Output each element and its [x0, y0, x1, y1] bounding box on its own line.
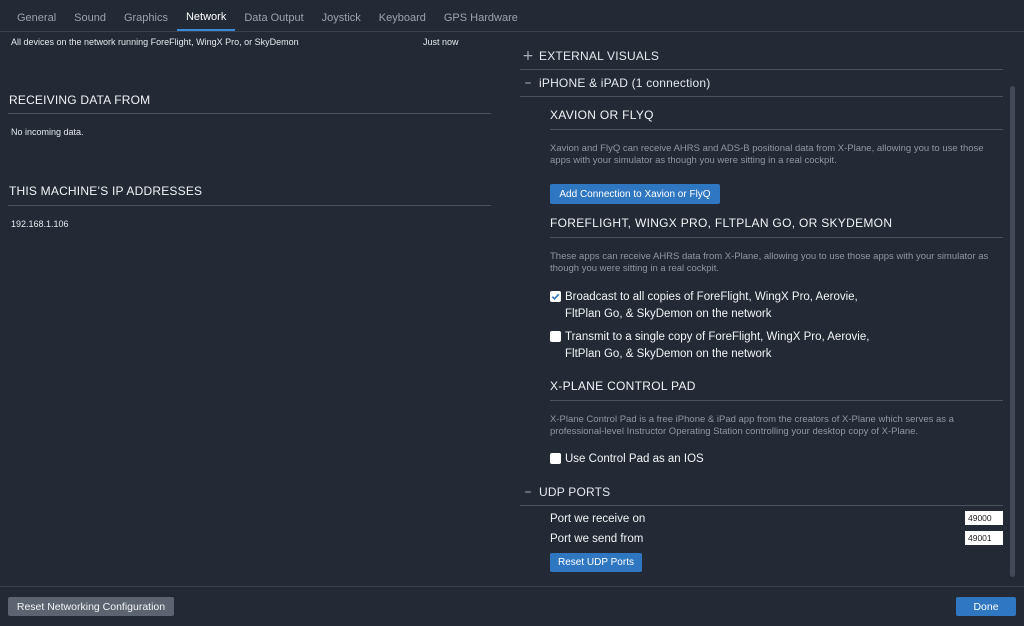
- udp-ports-header[interactable]: – UDP PORTS: [520, 479, 1003, 506]
- external-visuals-label: EXTERNAL VISUALS: [539, 49, 660, 63]
- tab-general[interactable]: General: [8, 8, 65, 30]
- xavion-description: Xavion and FlyQ can receive AHRS and ADS…: [550, 143, 984, 166]
- foreflight-description: These apps can receive AHRS data from X-…: [550, 251, 989, 274]
- reset-networking-configuration-button[interactable]: Reset Networking Configuration: [8, 597, 174, 616]
- no-incoming-data-text: No incoming data.: [11, 127, 84, 137]
- collapse-icon: –: [524, 75, 532, 91]
- xavion-divider: [550, 129, 1003, 130]
- foreflight-title: FOREFLIGHT, WINGX PRO, FLTPLAN GO, OR SK…: [550, 216, 893, 230]
- tab-joystick[interactable]: Joystick: [313, 8, 370, 30]
- receive-port-row: Port we receive on 49000: [550, 511, 1003, 525]
- receive-port-label: Port we receive on: [550, 513, 646, 525]
- collapse-icon: –: [524, 484, 532, 500]
- receive-port-input[interactable]: 49000: [965, 511, 1003, 525]
- add-connection-xavion-button[interactable]: Add Connection to Xavion or FlyQ: [550, 184, 720, 204]
- control-pad-label: Use Control Pad as an IOS: [565, 453, 704, 465]
- expand-icon: +: [522, 48, 534, 64]
- control-pad-title: X-PLANE CONTROL PAD: [550, 379, 696, 393]
- tab-bar: General Sound Graphics Network Data Outp…: [0, 7, 527, 31]
- tab-gps-hardware[interactable]: GPS Hardware: [435, 8, 527, 30]
- send-port-input[interactable]: 49001: [965, 531, 1003, 545]
- broadcast-checkbox[interactable]: [550, 291, 561, 302]
- receiving-divider: [8, 113, 491, 114]
- control-pad-option[interactable]: Use Control Pad as an IOS: [550, 451, 885, 468]
- ip-addresses-title: THIS MACHINE’S IP ADDRESSES: [9, 184, 203, 198]
- device-row-label: All devices on the network running ForeF…: [11, 37, 299, 47]
- send-port-row: Port we send from 49001: [550, 531, 1003, 545]
- tab-sound[interactable]: Sound: [65, 8, 115, 30]
- transmit-label: Transmit to a single copy of ForeFlight,…: [565, 331, 870, 360]
- iphone-ipad-header[interactable]: – iPHONE & iPAD (1 connection): [520, 70, 1003, 97]
- xavion-title: XAVION OR FLYQ: [550, 108, 654, 122]
- receiving-data-title: RECEIVING DATA FROM: [9, 93, 151, 107]
- broadcast-label: Broadcast to all copies of ForeFlight, W…: [565, 291, 858, 320]
- control-pad-checkbox[interactable]: [550, 453, 561, 464]
- tab-divider: [0, 31, 1024, 32]
- device-row-time: Just now: [423, 37, 459, 47]
- transmit-checkbox[interactable]: [550, 331, 561, 342]
- iphone-ipad-label: iPHONE & iPAD (1 connection): [539, 76, 711, 90]
- external-visuals-header[interactable]: + EXTERNAL VISUALS: [520, 43, 1003, 70]
- tab-data-output[interactable]: Data Output: [235, 8, 312, 30]
- tab-keyboard[interactable]: Keyboard: [370, 8, 435, 30]
- ip-divider: [8, 205, 491, 206]
- done-button[interactable]: Done: [956, 597, 1016, 616]
- foreflight-divider: [550, 237, 1003, 238]
- scrollbar[interactable]: [1010, 86, 1015, 577]
- footer-divider: [0, 586, 1024, 587]
- control-pad-description: X-Plane Control Pad is a free iPhone & i…: [550, 414, 954, 437]
- ip-address-value: 192.168.1.106: [11, 219, 69, 229]
- tab-graphics[interactable]: Graphics: [115, 8, 177, 30]
- send-port-label: Port we send from: [550, 533, 644, 545]
- reset-udp-ports-button[interactable]: Reset UDP Ports: [550, 553, 642, 572]
- tab-network[interactable]: Network: [176, 7, 236, 31]
- control-pad-divider: [550, 400, 1003, 401]
- udp-ports-label: UDP PORTS: [539, 485, 611, 499]
- broadcast-option[interactable]: Broadcast to all copies of ForeFlight, W…: [550, 289, 885, 323]
- checkmark-icon: [551, 293, 560, 301]
- transmit-option[interactable]: Transmit to a single copy of ForeFlight,…: [550, 329, 885, 363]
